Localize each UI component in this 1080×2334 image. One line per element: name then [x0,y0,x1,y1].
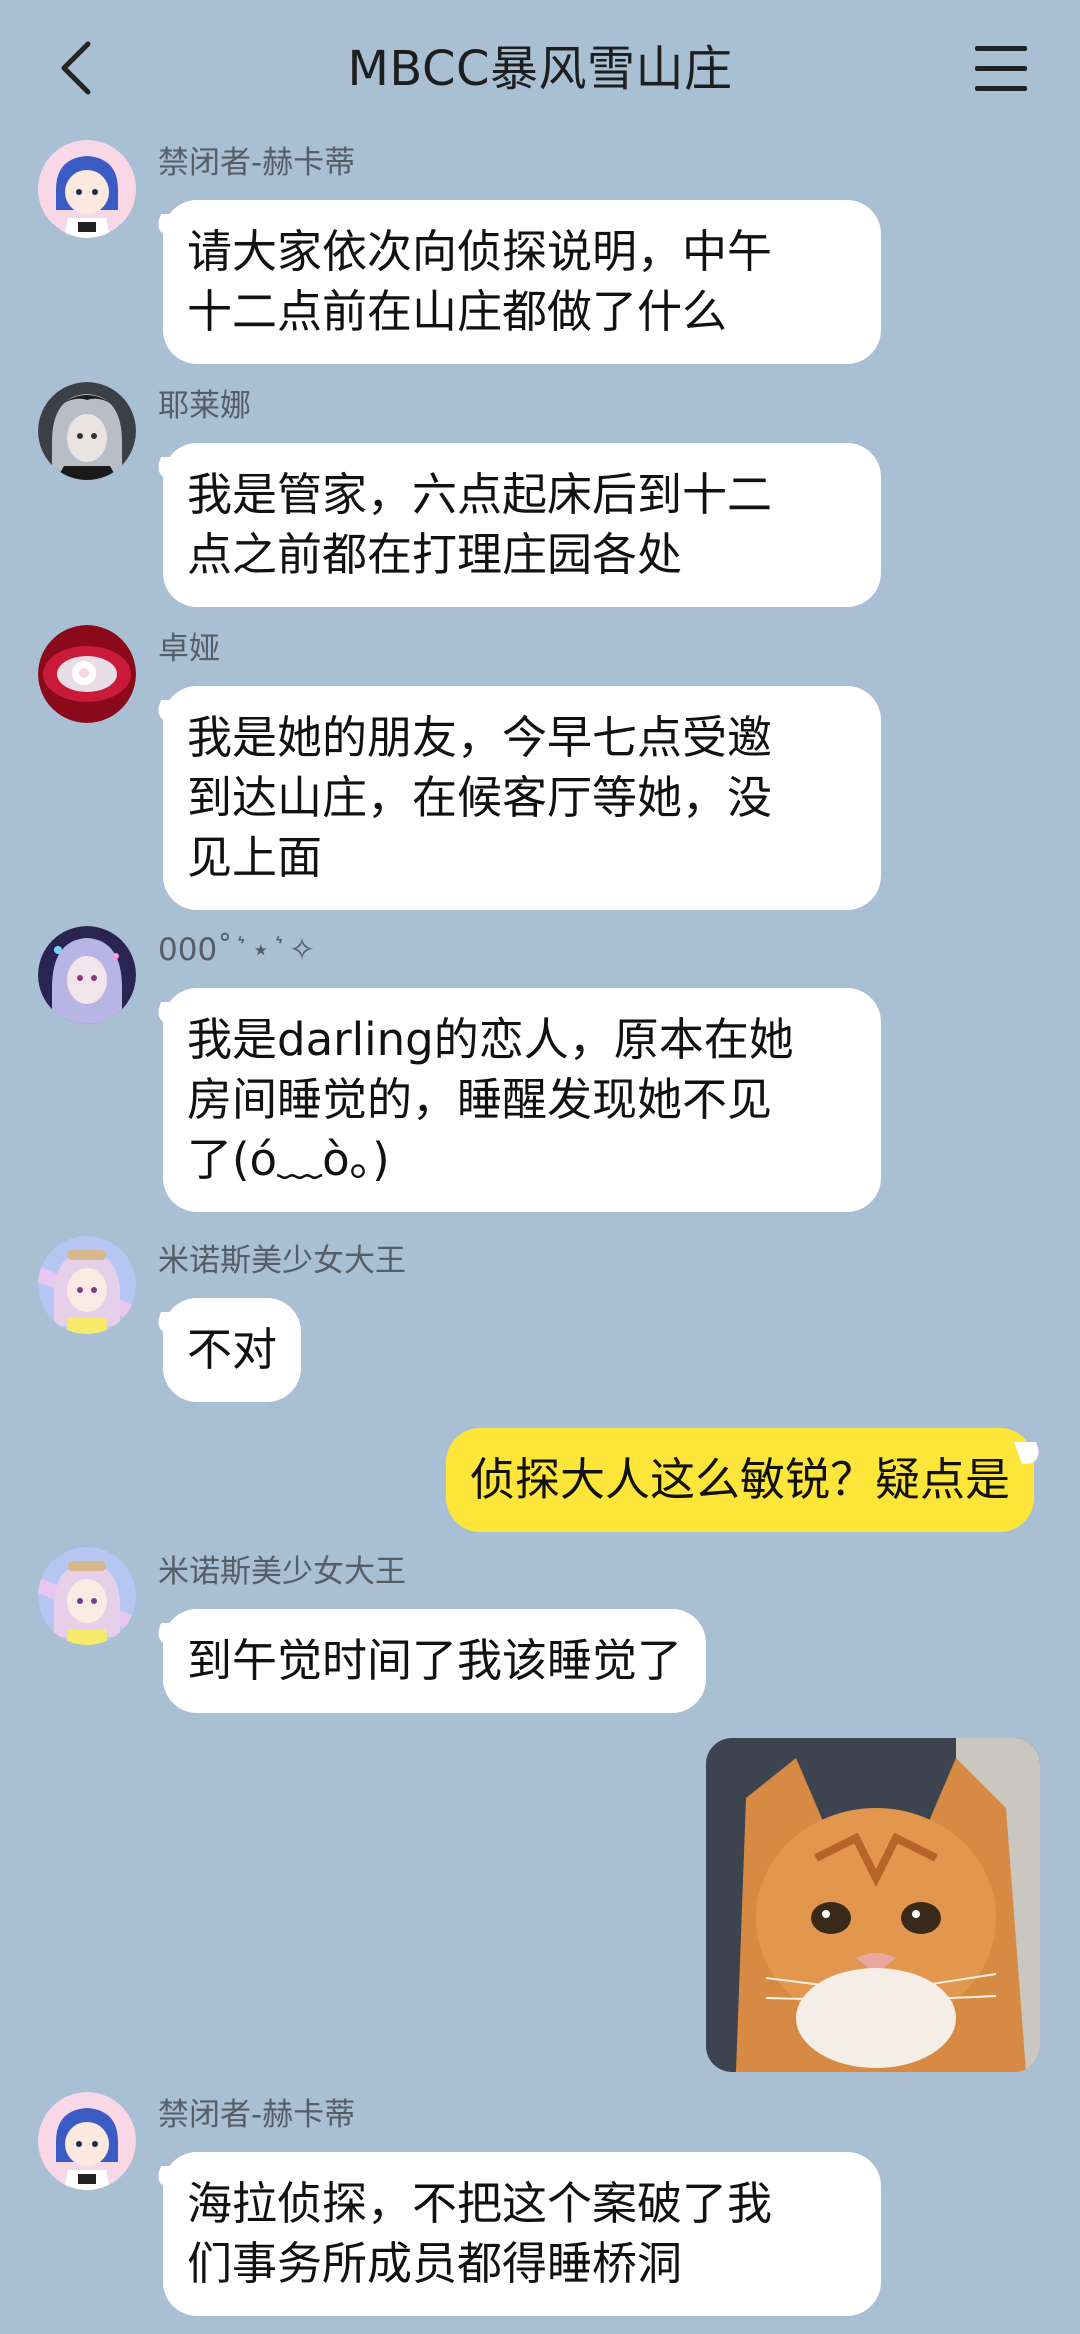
my-message-bubble[interactable]: 侦探大人这么敏锐？疑点是 [445,1428,1034,1532]
message-bubble[interactable]: 我是她的朋友，今早七点受邀 到达山庄，在候客厅等她，没 见上面 [163,686,881,910]
sender-name: 卓娅 [158,631,220,667]
avatar[interactable] [38,1236,136,1334]
sender-name: 禁闭者-赫卡蒂 [158,145,356,181]
sender-name: 禁闭者-赫卡蒂 [158,2097,356,2133]
message-bubble[interactable]: 请大家依次向侦探说明，中午 十二点前在山庄都做了什么 [163,200,881,364]
chat-title: MBCC暴风雪山庄 [347,41,733,97]
message-bubble[interactable]: 不对 [163,1298,302,1402]
chat-header: MBCC暴风雪山庄 [0,0,1080,140]
hamburger-menu-icon [975,46,1027,51]
message-bubble[interactable]: 到午觉时间了我该睡觉了 [163,1609,707,1713]
avatar-illustration [38,625,136,723]
message-bubble[interactable]: 我是管家，六点起床后到十二 点之前都在打理庄园各处 [163,443,881,607]
avatar[interactable] [38,382,136,480]
avatar[interactable] [38,625,136,723]
sender-name: 000˚ ͛ ⋆ ͛ ✧ [158,932,315,968]
avatar[interactable] [38,2092,136,2190]
avatar[interactable] [38,926,136,1024]
sender-name: 耶莱娜 [158,388,251,424]
sender-name: 米诺斯美少女大王 [158,1554,406,1590]
avatar-illustration [38,140,136,238]
message-bubble[interactable]: 海拉侦探，不把这个案破了我 们事务所成员都得睡桥洞 [163,2152,881,2316]
cat-photo [706,1738,1040,2072]
avatar[interactable] [38,1547,136,1645]
avatar[interactable] [38,140,136,238]
sender-name: 米诺斯美少女大王 [158,1243,406,1279]
avatar-illustration [38,926,136,1024]
sad-cat-meme-image[interactable] [706,1738,1040,2072]
avatar-illustration [38,2092,136,2190]
avatar-illustration [38,382,136,480]
avatar-illustration [38,1547,136,1645]
avatar-illustration [38,1236,136,1334]
menu-button[interactable] [975,46,1027,92]
message-bubble[interactable]: 我是darling的恋人，原本在她 房间睡觉的，睡醒发现她不见 了(ó﹏ò｡) [163,988,881,1212]
